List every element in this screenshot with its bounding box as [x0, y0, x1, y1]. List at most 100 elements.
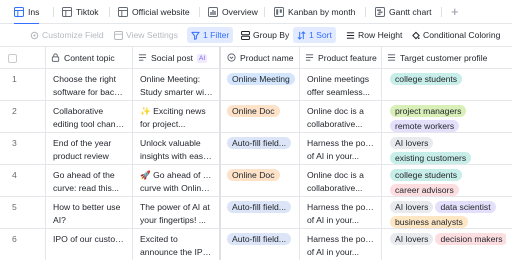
- product-name-cell[interactable]: Auto-fill field...: [221, 133, 299, 165]
- row-number-cell[interactable]: 2: [0, 101, 45, 133]
- conditional-coloring-button[interactable]: Conditional Coloring: [407, 27, 504, 43]
- product-feature-cell[interactable]: Harness the power of AI in your...: [301, 133, 381, 165]
- tab-label: Kanban by month: [288, 7, 356, 17]
- product-name-cell[interactable]: Auto-fill field...: [221, 197, 299, 229]
- cell-text-line: Online doc is a: [307, 170, 364, 180]
- tag-line: AI lovers decision makers: [390, 233, 506, 248]
- cell-text-line: Online Meeting:: [140, 74, 201, 84]
- target-customer-cell[interactable]: AI lovers data scientist business analysts: [383, 197, 512, 229]
- table-row[interactable]: 5 How to better use AI? The power of AI at y…: [0, 197, 512, 229]
- view-toolbar: Customize Field View Settings 1 Filter G…: [0, 24, 512, 46]
- product-name-cell[interactable]: Online Doc: [221, 101, 299, 133]
- product-tag: Auto-fill field...: [227, 201, 291, 213]
- social-post-cell[interactable]: The power of AI at your fingertips! ...: [134, 197, 219, 229]
- select-all-checkbox[interactable]: [8, 53, 17, 63]
- view-settings-button[interactable]: View Settings: [110, 27, 182, 43]
- tab-overview[interactable]: Overview: [208, 0, 258, 24]
- cell-text-line: End of the year: [53, 138, 112, 148]
- customize-field-label: Customize Field: [42, 30, 104, 40]
- view-settings-label: View Settings: [126, 30, 178, 40]
- tab-ins[interactable]: Ins: [14, 0, 40, 25]
- product-name-cell[interactable]: Online Doc: [221, 165, 299, 197]
- target-customer-cell[interactable]: AI lovers decision makers: [383, 229, 512, 260]
- social-post-cell[interactable]: 🚀 Go ahead of the curve with Online...: [134, 165, 219, 197]
- cell-text-line: Online doc is a: [307, 106, 364, 116]
- sort-button[interactable]: 1 Sort: [293, 27, 336, 43]
- tab-label: Ins: [28, 7, 40, 17]
- product-feature-cell[interactable]: Online doc is a collaborative...: [301, 165, 381, 197]
- table-row[interactable]: 2 Collaborative editing tool chang... ✨ Exc…: [0, 101, 512, 133]
- product-feature-cell[interactable]: Online meetings offer seamless...: [301, 69, 381, 101]
- customer-tag: AI lovers: [390, 233, 434, 245]
- frozen-column-divider[interactable]: [219, 47, 221, 260]
- target-customer-cell[interactable]: project managers remote workers: [383, 101, 512, 133]
- tab-official-website[interactable]: Official website: [118, 0, 190, 24]
- row-number-cell[interactable]: 1: [0, 69, 45, 101]
- customer-tag: college students: [390, 73, 463, 85]
- column-header-social-post[interactable]: Social post AI: [132, 47, 219, 69]
- multi-select-icon: [387, 53, 396, 64]
- social-post-cell[interactable]: Online Meeting: Study smarter wit...: [134, 69, 219, 101]
- column-header-product-name[interactable]: Product name: [221, 47, 299, 69]
- row-number-cell[interactable]: 4: [0, 165, 45, 197]
- customer-tag: data scientist: [435, 201, 496, 213]
- column-header-target-customer-profile[interactable]: Target customer profile: [381, 47, 512, 69]
- cell-text-line: collaborative...: [307, 118, 363, 129]
- select-all-cell[interactable]: [0, 47, 45, 69]
- add-view-icon[interactable]: +: [451, 5, 459, 19]
- row-number-cell[interactable]: 5: [0, 197, 45, 229]
- row-height-button[interactable]: Row Height: [342, 27, 406, 43]
- tab-gantt-chart[interactable]: Gantt chart: [375, 0, 432, 24]
- customer-tag: existing customers: [390, 152, 472, 164]
- product-name-cell[interactable]: Online Meeting: [221, 69, 299, 101]
- table-row[interactable]: 1 Choose the right software for back ... On…: [0, 69, 512, 101]
- row-number: 5: [12, 202, 17, 212]
- customize-field-button[interactable]: Customize Field: [26, 27, 108, 43]
- column-header-label: Social post: [151, 53, 194, 63]
- table-row[interactable]: 6 IPO of our customer Excited to announce t…: [0, 229, 512, 260]
- tab-kanban-by-month[interactable]: Kanban by month: [274, 0, 355, 24]
- column-header-label: Product name: [240, 53, 294, 63]
- row-number: 2: [12, 106, 17, 116]
- data-grid: Content topic Social post AI Product nam…: [0, 46, 512, 260]
- cell-text-line: Harness the power: [307, 138, 375, 148]
- filter-label: 1 Filter: [203, 30, 230, 40]
- target-customer-cell[interactable]: college students career advisors: [383, 165, 512, 197]
- product-feature-cell[interactable]: Harness the power of AI in your...: [301, 197, 381, 229]
- target-customer-cell[interactable]: college students: [383, 69, 512, 101]
- group-by-button[interactable]: Group By: [237, 27, 293, 43]
- social-post-cell[interactable]: Unlock valuable insights with ease...: [134, 133, 219, 165]
- filter-icon: [191, 31, 200, 40]
- content-topic-cell[interactable]: Choose the right software for back ...: [47, 69, 132, 101]
- column-divider: [299, 47, 300, 260]
- content-topic-cell[interactable]: IPO of our customer: [47, 229, 132, 260]
- row-number: 3: [12, 138, 17, 148]
- row-number-cell[interactable]: 6: [0, 229, 45, 260]
- content-topic-cell[interactable]: End of the year product review: [47, 133, 132, 165]
- tag-line: business analysts: [390, 216, 506, 229]
- product-tag: Online Doc: [227, 169, 280, 181]
- paint-bucket-icon: [411, 31, 420, 40]
- table-row[interactable]: 4 Go ahead of the curve: read this... 🚀 Go …: [0, 165, 512, 197]
- cell-text-line: your fingertips! ...: [140, 214, 206, 225]
- row-number-cell[interactable]: 3: [0, 133, 45, 165]
- social-post-cell[interactable]: Excited to announce the IPO...: [134, 229, 219, 260]
- row-number: 4: [12, 170, 17, 180]
- cell-text-line: collaborative...: [307, 182, 363, 193]
- social-post-cell[interactable]: ✨ Exciting news for project...: [134, 101, 219, 133]
- cell-text-line: Study smarter wit...: [140, 86, 213, 97]
- target-customer-cell[interactable]: AI lovers existing customers: [383, 133, 512, 165]
- tab-tiktok[interactable]: Tiktok: [62, 0, 99, 24]
- content-topic-cell[interactable]: Collaborative editing tool chang...: [47, 101, 132, 133]
- content-topic-cell[interactable]: How to better use AI?: [47, 197, 132, 229]
- product-name-cell[interactable]: Auto-fill field...: [221, 229, 299, 260]
- tab-divider: [199, 7, 200, 17]
- table-row[interactable]: 3 End of the year product review Unlock val…: [0, 133, 512, 165]
- filter-button[interactable]: 1 Filter: [187, 27, 234, 43]
- content-topic-cell[interactable]: Go ahead of the curve: read this...: [47, 165, 132, 197]
- product-feature-cell[interactable]: Harness the power of AI in your...: [301, 229, 381, 260]
- column-header-content-topic[interactable]: Content topic: [45, 47, 132, 69]
- column-header-product-feature[interactable]: Product feature: [299, 47, 381, 69]
- product-feature-cell[interactable]: Online doc is a collaborative...: [301, 101, 381, 133]
- tag-line: college students: [390, 169, 506, 184]
